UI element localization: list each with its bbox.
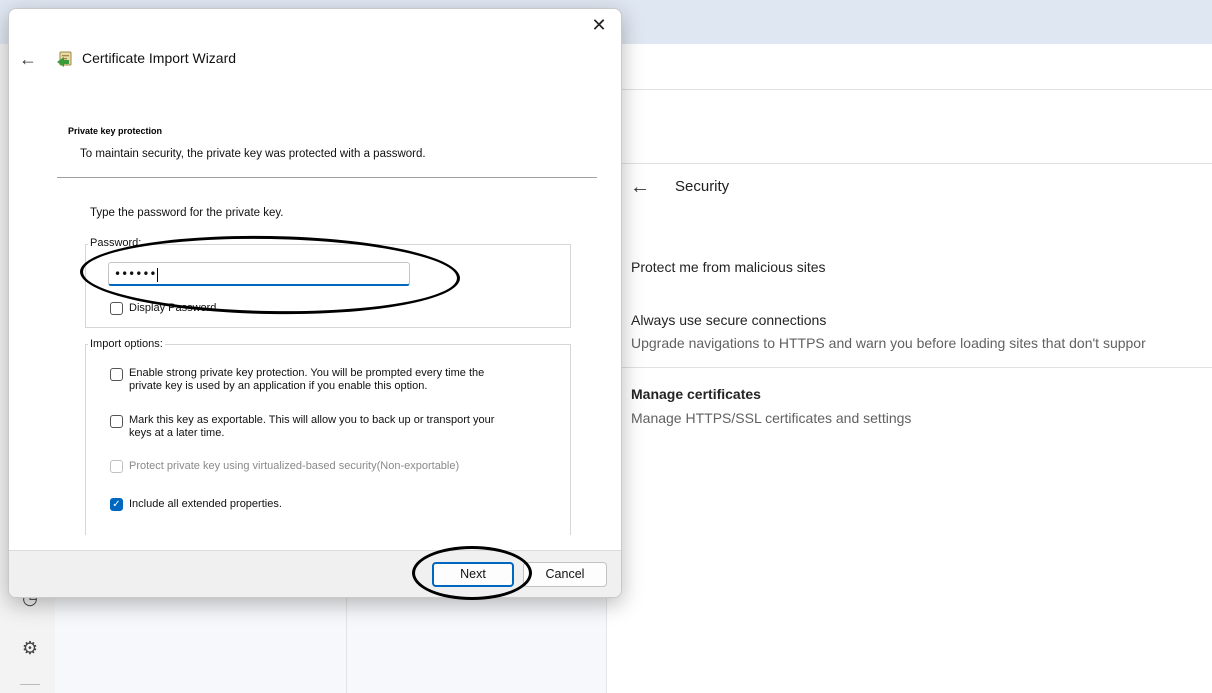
section-subtitle: To maintain security, the private key wa… — [80, 148, 426, 160]
password-prompt: Type the password for the private key. — [90, 207, 284, 219]
back-arrow-icon[interactable]: ← — [19, 49, 37, 70]
setting-secure-connections-description: Upgrade navigations to HTTPS and warn yo… — [631, 335, 1146, 351]
vbs-protection-checkbox — [110, 460, 123, 473]
display-password-checkbox[interactable] — [110, 302, 123, 315]
password-field[interactable]: •••••• — [108, 262, 410, 286]
text-caret — [157, 267, 159, 282]
divider — [621, 367, 1212, 368]
dialog-footer: Next Cancel — [9, 550, 621, 597]
exportable-label-line1: Mark this key as exportable. This will a… — [129, 414, 495, 426]
back-arrow-icon[interactable]: ← — [630, 176, 650, 199]
close-icon[interactable]: ✕ — [587, 13, 611, 37]
section-heading: Private key protection — [68, 126, 163, 136]
divider — [621, 163, 1212, 164]
dialog-title: Certificate Import Wizard — [82, 50, 237, 66]
strong-protection-checkbox[interactable] — [110, 368, 123, 381]
certificate-wizard-icon — [57, 51, 72, 67]
display-password-label: Display Password — [129, 302, 217, 314]
exportable-label-line2: keys at a later time. — [129, 427, 225, 439]
password-group-label: Password: — [88, 237, 144, 249]
password-groupbox — [85, 244, 571, 328]
next-button[interactable]: Next — [432, 562, 514, 587]
rail-divider — [20, 684, 40, 685]
setting-manage-certificates-description: Manage HTTPS/SSL certificates and settin… — [631, 410, 912, 426]
section-title: Security — [675, 178, 730, 195]
setting-protect-malicious-sites[interactable]: Protect me from malicious sites — [631, 259, 826, 275]
strong-protection-label-line1: Enable strong private key protection. Yo… — [129, 367, 485, 379]
header-separator — [57, 177, 597, 178]
setting-manage-certificates[interactable]: Manage certificates — [631, 386, 761, 402]
cancel-button[interactable]: Cancel — [523, 562, 607, 587]
extended-properties-checkbox[interactable]: ✓ — [110, 498, 123, 511]
password-value: •••••• — [114, 267, 157, 281]
gear-icon[interactable]: ⚙ — [20, 638, 40, 658]
extended-properties-label: Include all extended properties. — [129, 498, 282, 510]
vbs-protection-label: Protect private key using virtualized-ba… — [129, 460, 460, 472]
exportable-label: Mark this key as exportable. This will a… — [129, 414, 494, 440]
certificate-import-wizard-dialog: ✕ ← Certificate Import Wizard Private ke… — [8, 8, 622, 598]
divider — [621, 89, 1212, 90]
setting-secure-connections[interactable]: Always use secure connections — [631, 312, 826, 328]
exportable-checkbox[interactable] — [110, 415, 123, 428]
import-options-label: Import options: — [88, 338, 165, 350]
strong-protection-label-line2: private key is used by an application if… — [129, 380, 428, 392]
strong-protection-label: Enable strong private key protection. Yo… — [129, 367, 484, 393]
